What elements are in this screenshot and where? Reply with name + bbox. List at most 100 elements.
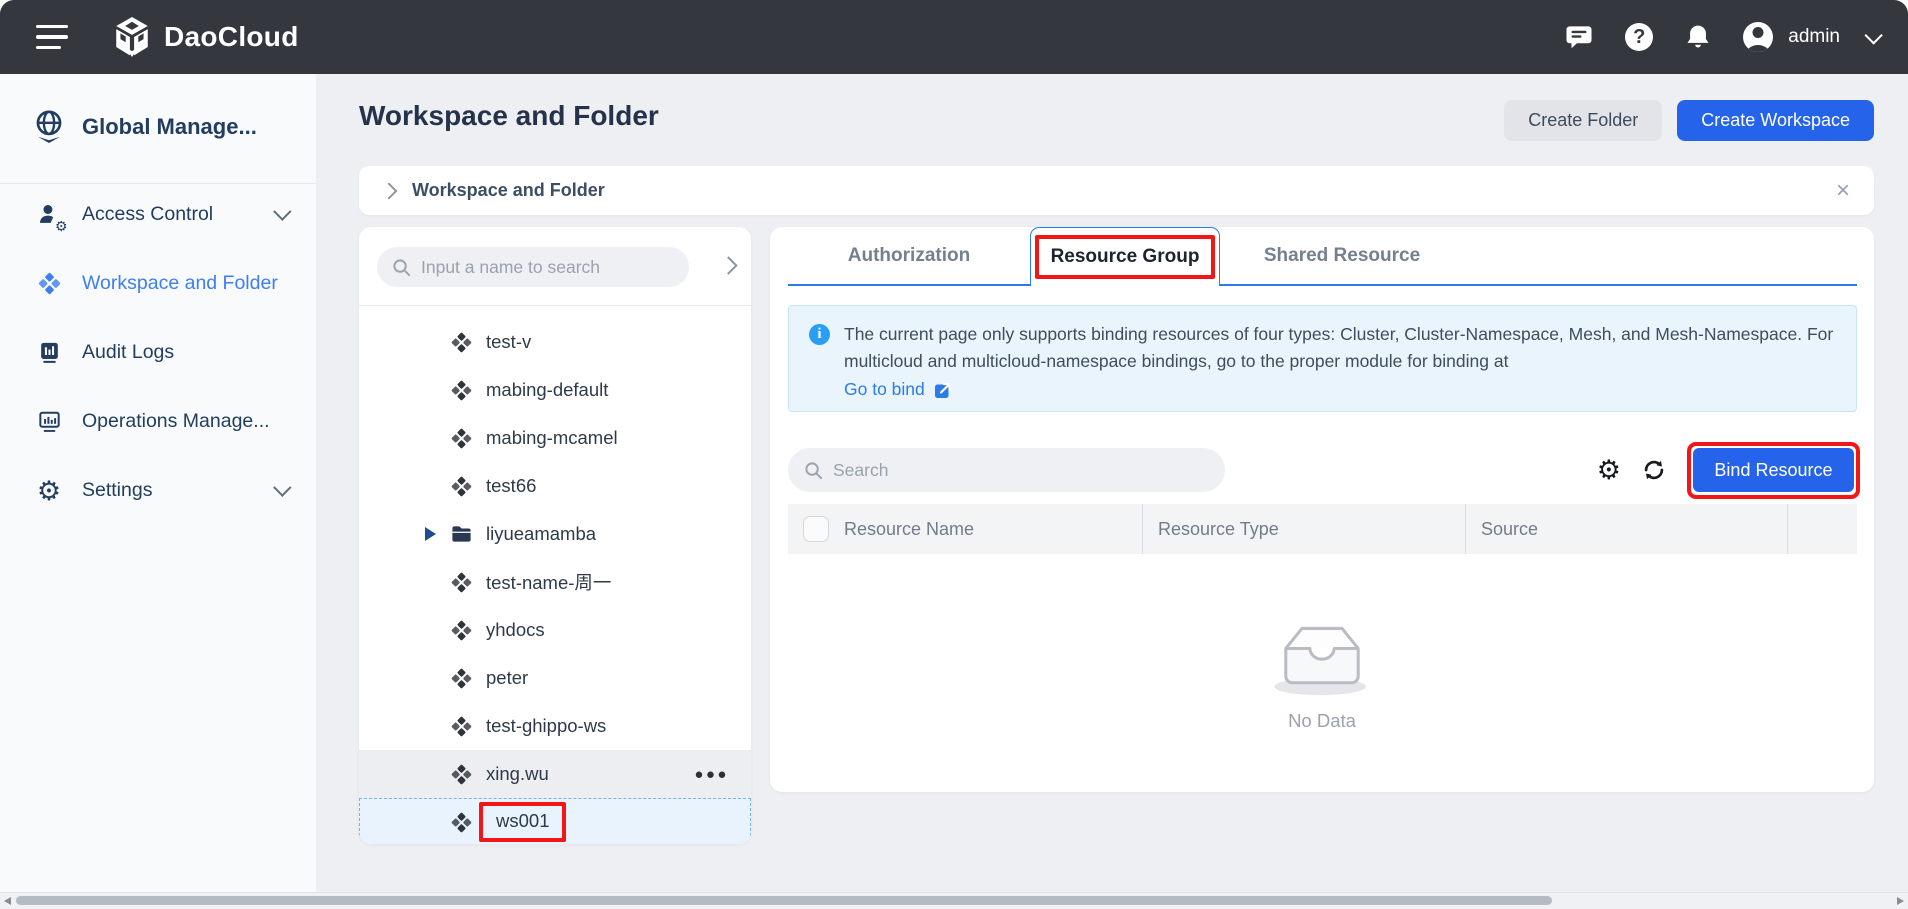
tab-shared-resource[interactable]: Shared Resource: [1220, 227, 1464, 284]
table-header: Resource Name Resource Type Source: [788, 504, 1857, 554]
tab-bar: Authorization Resource Group Shared Reso…: [788, 227, 1857, 286]
workspace-icon: [450, 667, 473, 690]
hamburger-menu-icon[interactable]: [36, 25, 68, 49]
bell-icon[interactable]: [1684, 22, 1712, 52]
chat-icon[interactable]: [1564, 22, 1594, 52]
user-name[interactable]: admin: [1788, 26, 1840, 48]
audit-logs-icon: [35, 340, 63, 365]
main-content: Workspace and Folder Create Folder Creat…: [316, 74, 1908, 893]
daocloud-app: { "topbar": { "brand": "DaoCloud", "user…: [0, 0, 1908, 909]
scroll-left-arrow-icon[interactable]: [4, 897, 11, 905]
tree-item-label: yhdocs: [486, 619, 545, 641]
annotation-box-ws001: ws001: [479, 802, 566, 842]
chevron-down-icon[interactable]: [1864, 26, 1882, 44]
avatar-icon[interactable]: [1743, 22, 1773, 52]
info-icon: i: [809, 324, 830, 345]
folder-icon: [450, 523, 473, 546]
tree-item-mabing-mcamel[interactable]: mabing-mcamel: [359, 414, 751, 462]
annotation-box-resource-group: Resource Group: [1035, 235, 1216, 279]
create-workspace-button[interactable]: Create Workspace: [1677, 100, 1874, 141]
tree-item-test-v[interactable]: test-v: [359, 318, 751, 366]
empty-inbox-icon: [1261, 612, 1383, 704]
workspace-icon: [35, 271, 63, 296]
tab-authorization[interactable]: Authorization: [788, 227, 1030, 284]
tree-item-test-name[interactable]: test-name-周一: [359, 558, 751, 606]
resource-search-input[interactable]: Search: [788, 448, 1225, 492]
tab-label: Authorization: [848, 245, 970, 267]
tab-resource-group[interactable]: Resource Group: [1030, 227, 1220, 286]
tree-item-peter[interactable]: peter: [359, 654, 751, 702]
sidebar-product-switcher[interactable]: Global Manage...: [0, 103, 316, 151]
brand-name: DaoCloud: [164, 21, 299, 53]
daocloud-logo-icon: [113, 16, 151, 58]
sidebar-item-access-control[interactable]: ⚙ Access Control: [0, 180, 316, 249]
tree-item-ws001[interactable]: ws001: [359, 798, 751, 844]
ellipsis-icon[interactable]: ●●●: [694, 766, 729, 783]
workspace-icon: [450, 763, 473, 786]
tree-item-test66[interactable]: test66: [359, 462, 751, 510]
search-icon: [804, 461, 823, 480]
brand[interactable]: DaoCloud: [113, 16, 299, 58]
workspace-tree-list: test-v mabing-default mabing-mcamel: [359, 318, 751, 844]
empty-state: No Data: [770, 612, 1874, 732]
tree-item-label: test66: [486, 475, 536, 497]
tree-divider: [359, 305, 751, 306]
mini-gear-icon: ⚙: [55, 219, 68, 233]
scrollbar-thumb[interactable]: [16, 896, 1552, 905]
sidebar-item-label: Operations Manage...: [82, 410, 270, 433]
tree-item-label: test-ghippo-ws: [486, 715, 606, 737]
sidebar-item-operations-manage[interactable]: Operations Manage...: [0, 387, 316, 456]
settings-gear-icon: ⚙: [35, 480, 63, 502]
refresh-icon[interactable]: [1641, 457, 1667, 483]
topbar: DaoCloud ? admin: [0, 0, 1908, 74]
tree-item-xing-wu[interactable]: xing.wu ●●●: [359, 750, 751, 798]
triangle-right-icon[interactable]: [425, 527, 450, 541]
topbar-actions: ? admin: [1564, 22, 1908, 52]
horizontal-scrollbar[interactable]: [0, 892, 1908, 909]
tree-item-liyueamamba[interactable]: liyueamamba: [359, 510, 751, 558]
chevron-right-icon: [381, 182, 398, 199]
panel-collapse-icon[interactable]: [719, 256, 737, 274]
page-title: Workspace and Folder: [359, 100, 659, 132]
help-icon[interactable]: ?: [1625, 23, 1653, 51]
workspace-icon: [450, 331, 473, 354]
tab-label: Resource Group: [1051, 246, 1200, 267]
header-buttons: Create Folder Create Workspace: [1504, 100, 1874, 141]
workspace-icon: [450, 715, 473, 738]
sidebar-item-workspace-and-folder[interactable]: Workspace and Folder: [0, 249, 316, 318]
sidebar-item-label: Settings: [82, 479, 152, 502]
column-header-source: Source: [1466, 504, 1788, 554]
workspace-icon: [450, 379, 473, 402]
tree-item-label: test-v: [486, 331, 531, 353]
workspace-icon: [450, 571, 473, 594]
resource-panel: Authorization Resource Group Shared Reso…: [770, 227, 1874, 792]
tree-search-input[interactable]: Input a name to search: [377, 247, 689, 287]
tree-item-label: peter: [486, 667, 528, 689]
annotation-box-bind-resource: Bind Resource: [1687, 442, 1860, 499]
column-label: Resource Name: [844, 519, 974, 540]
toolbar-actions: ⚙ Bind Resource: [1597, 441, 1860, 499]
sidebar-item-label: Access Control: [82, 203, 213, 226]
resource-search-placeholder: Search: [833, 460, 888, 481]
close-icon[interactable]: ×: [1836, 181, 1850, 201]
sidebar-item-audit-logs[interactable]: Audit Logs: [0, 318, 316, 387]
external-link-icon: [933, 380, 953, 400]
settings-gear-icon[interactable]: ⚙: [1597, 457, 1621, 484]
tree-item-label: mabing-mcamel: [486, 427, 618, 449]
operations-icon: [35, 409, 63, 434]
breadcrumb-label[interactable]: Workspace and Folder: [412, 180, 605, 201]
column-label: Resource Type: [1158, 519, 1279, 540]
select-all-checkbox[interactable]: [803, 516, 829, 542]
create-folder-button[interactable]: Create Folder: [1504, 100, 1662, 141]
go-to-bind-link[interactable]: Go to bind: [844, 376, 1834, 403]
scroll-right-arrow-icon[interactable]: [1897, 897, 1904, 905]
sidebar-item-settings[interactable]: ⚙ Settings: [0, 456, 316, 525]
tree-item-mabing-default[interactable]: mabing-default: [359, 366, 751, 414]
go-to-bind-label: Go to bind: [844, 376, 925, 403]
tree-item-test-ghippo-ws[interactable]: test-ghippo-ws: [359, 702, 751, 750]
workspace-icon: [450, 619, 473, 642]
tree-item-label: test-name-周一: [486, 569, 611, 595]
bind-resource-button[interactable]: Bind Resource: [1693, 448, 1853, 492]
column-header-resource-type: Resource Type: [1143, 504, 1466, 554]
tree-item-yhdocs[interactable]: yhdocs: [359, 606, 751, 654]
